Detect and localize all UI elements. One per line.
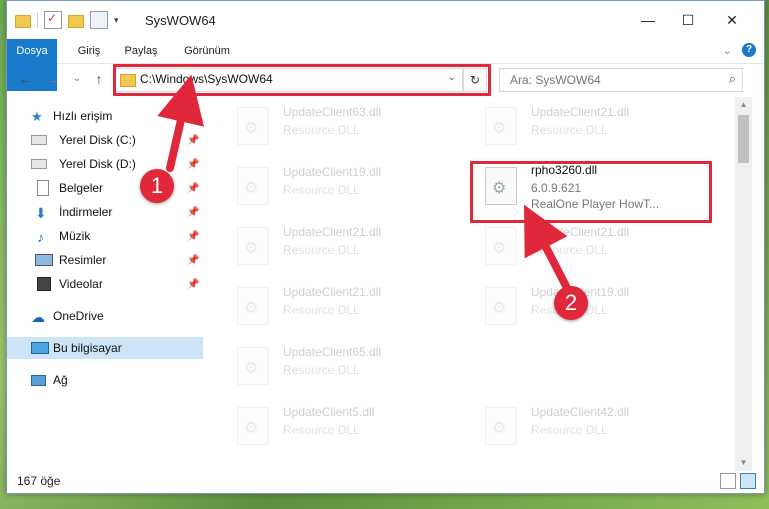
arrow-one — [157, 74, 205, 172]
arrow-two — [523, 204, 570, 290]
callout-badge-1: 1 — [140, 169, 174, 203]
callout-arrows — [157, 74, 570, 290]
callout-badge-2: 2 — [554, 286, 588, 320]
